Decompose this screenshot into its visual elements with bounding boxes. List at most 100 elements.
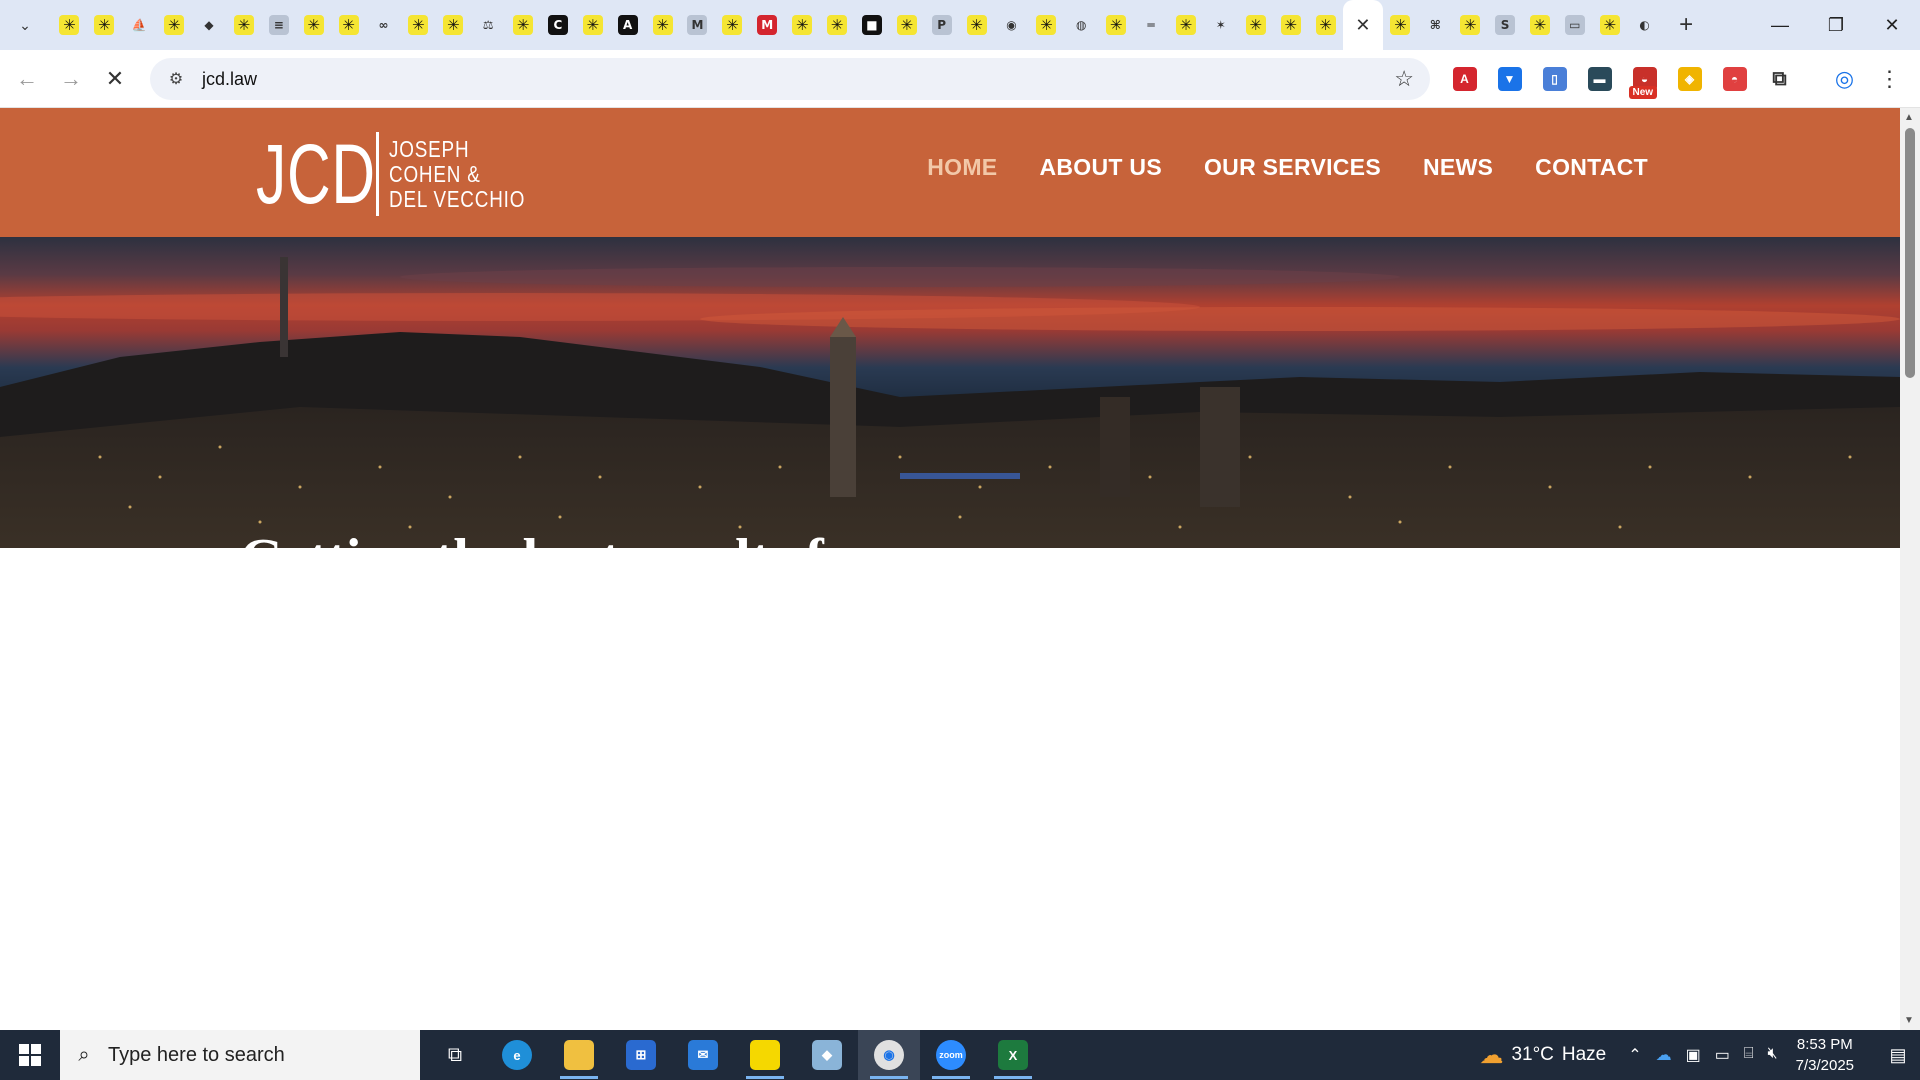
close-tab-icon[interactable]: ✕ bbox=[1355, 15, 1370, 36]
address-bar[interactable]: ⚙ jcd.law ☆ bbox=[150, 58, 1430, 100]
clock[interactable]: 8:53 PM 7/3/2025 bbox=[1796, 1034, 1854, 1076]
minimize-button[interactable]: — bbox=[1752, 0, 1808, 50]
page-scrollbar[interactable]: ▲ ▼ bbox=[1900, 108, 1920, 1030]
browser-tab[interactable]: ✳ bbox=[331, 0, 366, 50]
browser-tab[interactable]: M bbox=[750, 0, 785, 50]
weather-widget[interactable]: ☁ 31°C Haze bbox=[1479, 1041, 1606, 1070]
browser-tab[interactable]: ✳ bbox=[1099, 0, 1134, 50]
browser-tab[interactable]: ◉ bbox=[994, 0, 1029, 50]
browser-tab[interactable]: ∞ bbox=[366, 0, 401, 50]
scroll-up-icon[interactable]: ▲ bbox=[1904, 112, 1914, 123]
browser-tab[interactable]: ✳ bbox=[785, 0, 820, 50]
scroll-thumb[interactable] bbox=[1905, 128, 1915, 378]
browser-tab[interactable]: ✳ bbox=[1383, 0, 1418, 50]
nav-home[interactable]: HOME bbox=[927, 154, 997, 181]
browser-tab[interactable]: ✳ bbox=[1592, 0, 1627, 50]
meet-now-icon[interactable]: ▣ bbox=[1686, 1045, 1701, 1065]
browser-tab[interactable]: P bbox=[924, 0, 959, 50]
taskbar-sticky-notes[interactable] bbox=[734, 1030, 796, 1080]
browser-tab[interactable]: ◐ bbox=[1627, 0, 1662, 50]
browser-tab[interactable]: ✳ bbox=[87, 0, 122, 50]
battery-icon[interactable]: ▭ bbox=[1715, 1045, 1730, 1065]
site-settings-icon[interactable]: ⚙ bbox=[156, 69, 196, 89]
browser-tab[interactable]: ✳ bbox=[575, 0, 610, 50]
volume-muted-icon[interactable]: 🔇︎ bbox=[1768, 1045, 1778, 1065]
browser-tab[interactable]: S bbox=[1488, 0, 1523, 50]
browser-tab[interactable]: ✳ bbox=[157, 0, 192, 50]
browser-tab[interactable]: ✳ bbox=[1169, 0, 1204, 50]
browser-tab[interactable]: ■ bbox=[854, 0, 889, 50]
restore-button[interactable]: ❐ bbox=[1808, 0, 1864, 50]
wallet-extension-button[interactable]: ▬ bbox=[1577, 50, 1622, 108]
browser-tab[interactable]: ✳ bbox=[401, 0, 436, 50]
browser-tab[interactable]: ✳ bbox=[52, 0, 87, 50]
menu-button[interactable]: ⋮ bbox=[1867, 50, 1912, 108]
taskbar-search[interactable]: ⌕ Type here to search bbox=[60, 1030, 420, 1080]
task-view-button[interactable]: ⧉ bbox=[424, 1030, 486, 1080]
nav-our-services[interactable]: OUR SERVICES bbox=[1204, 154, 1381, 181]
shield-extension-button[interactable]: ▼ bbox=[1487, 50, 1532, 108]
browser-tab[interactable]: ✳ bbox=[1308, 0, 1343, 50]
pokeball-extension-button[interactable]: ◓ bbox=[1712, 50, 1757, 108]
taskbar-file-explorer[interactable] bbox=[548, 1030, 610, 1080]
back-button[interactable]: ← bbox=[5, 57, 49, 101]
doc-extension-button[interactable]: ▯ bbox=[1532, 50, 1577, 108]
browser-tab[interactable]: M bbox=[680, 0, 715, 50]
browser-tab[interactable]: ≡ bbox=[261, 0, 296, 50]
browser-tab[interactable]: ✳ bbox=[226, 0, 261, 50]
browser-tab[interactable]: ⌘ bbox=[1418, 0, 1453, 50]
browser-tab[interactable]: ✳ bbox=[1029, 0, 1064, 50]
browser-tab[interactable]: ✳ bbox=[1273, 0, 1308, 50]
tab-search-button[interactable]: ⌄ bbox=[8, 8, 42, 42]
active-tab[interactable]: ✕ bbox=[1342, 0, 1383, 50]
onedrive-icon[interactable]: ☁ bbox=[1656, 1045, 1672, 1065]
pdf-extension-button[interactable]: A bbox=[1442, 50, 1487, 108]
notification-center-button[interactable]: ▤ bbox=[1876, 1030, 1920, 1080]
network-icon[interactable]: ⌸ bbox=[1744, 1045, 1754, 1065]
coupon-extension-button[interactable]: ◈ bbox=[1667, 50, 1712, 108]
browser-tab[interactable]: ✳ bbox=[1238, 0, 1273, 50]
browser-tab[interactable]: C bbox=[540, 0, 575, 50]
browser-tab[interactable]: ✳ bbox=[820, 0, 855, 50]
nav-contact[interactable]: CONTACT bbox=[1535, 154, 1648, 181]
browser-tab[interactable]: ✳ bbox=[506, 0, 541, 50]
close-window-button[interactable]: ✕ bbox=[1864, 0, 1920, 50]
site-logo[interactable]: JCD JOSEPH COHEN & DEL VECCHIO bbox=[256, 132, 555, 216]
new-extension-button[interactable]: ◒ New bbox=[1622, 50, 1667, 108]
browser-tab[interactable]: A bbox=[610, 0, 645, 50]
url-text[interactable]: jcd.law bbox=[202, 69, 257, 90]
browser-tab[interactable]: ⛵ bbox=[122, 0, 157, 50]
browser-tab[interactable]: ✳ bbox=[1523, 0, 1558, 50]
browser-tab[interactable]: ▭ bbox=[1557, 0, 1592, 50]
taskbar-app-blue[interactable]: ◆ bbox=[796, 1030, 858, 1080]
taskbar-edge[interactable]: e bbox=[486, 1030, 548, 1080]
browser-tab[interactable]: ✳ bbox=[1453, 0, 1488, 50]
taskbar-zoom[interactable]: zoom bbox=[920, 1030, 982, 1080]
nav-news[interactable]: NEWS bbox=[1423, 154, 1493, 181]
browser-tab[interactable]: ◆ bbox=[192, 0, 227, 50]
puzzle-extensions-button[interactable]: ⧉ bbox=[1757, 50, 1802, 108]
taskbar-chrome[interactable]: ◉ bbox=[858, 1030, 920, 1080]
taskbar-store[interactable]: ⊞ bbox=[610, 1030, 672, 1080]
browser-tab[interactable]: ✳ bbox=[889, 0, 924, 50]
bookmark-star-icon[interactable]: ☆ bbox=[1394, 66, 1414, 92]
profile-button[interactable]: ◎ bbox=[1822, 50, 1867, 108]
browser-tab[interactable]: ◍ bbox=[1064, 0, 1099, 50]
browser-tab[interactable]: ⚖ bbox=[471, 0, 506, 50]
scroll-down-icon[interactable]: ▼ bbox=[1904, 1015, 1914, 1026]
browser-tab[interactable]: ✳ bbox=[436, 0, 471, 50]
taskbar-excel[interactable]: X bbox=[982, 1030, 1044, 1080]
browser-tab[interactable]: ✳ bbox=[296, 0, 331, 50]
taskbar-mail[interactable]: ✉ bbox=[672, 1030, 734, 1080]
new-tab-button[interactable]: + bbox=[1668, 7, 1704, 43]
browser-tab[interactable]: ═ bbox=[1134, 0, 1169, 50]
stop-loading-button[interactable]: ✕ bbox=[93, 57, 137, 101]
browser-tab[interactable]: ✳ bbox=[645, 0, 680, 50]
nav-about-us[interactable]: ABOUT US bbox=[1039, 154, 1162, 181]
browser-tab[interactable]: ✶ bbox=[1203, 0, 1238, 50]
start-button[interactable] bbox=[0, 1030, 60, 1080]
browser-tab[interactable]: ✳ bbox=[959, 0, 994, 50]
chevron-up-icon[interactable]: ⌃ bbox=[1628, 1045, 1641, 1065]
forward-button[interactable]: → bbox=[49, 57, 93, 101]
browser-tab[interactable]: ✳ bbox=[715, 0, 750, 50]
